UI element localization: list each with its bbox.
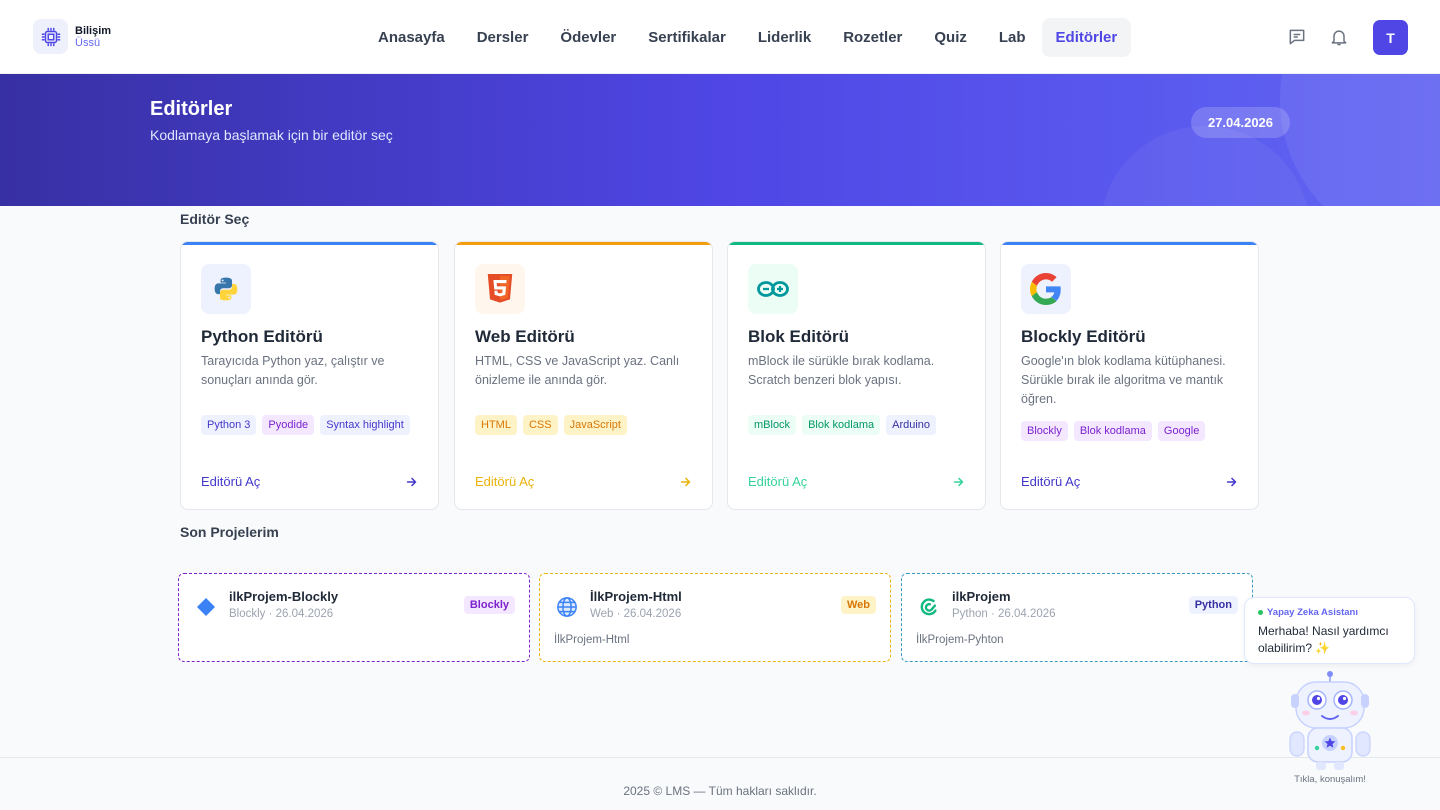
bell-icon[interactable] bbox=[1329, 27, 1349, 47]
google-icon bbox=[1021, 264, 1071, 314]
tag: Blockly bbox=[1021, 421, 1068, 441]
open-editor-link[interactable]: Editörü Aç bbox=[475, 474, 534, 489]
nav-item-odevler[interactable]: Ödevler bbox=[544, 18, 632, 57]
hero-decor-circle bbox=[1100, 126, 1310, 206]
project-card[interactable]: ilkProjem-Blockly Blockly · 26.04.2026 B… bbox=[178, 573, 530, 662]
card-accent-bar bbox=[728, 242, 985, 245]
page-subtitle: Kodlamaya başlamak için bir editör seç bbox=[150, 127, 393, 143]
project-card[interactable]: ilkProjem Python · 26.04.2026 Python İlk… bbox=[901, 573, 1253, 662]
python-snake-icon bbox=[918, 596, 940, 618]
python-icon bbox=[201, 264, 251, 314]
nav-item-rozetler[interactable]: Rozetler bbox=[827, 18, 918, 57]
tag-list: HTML CSS JavaScript bbox=[475, 415, 700, 435]
nav-item-liderlik[interactable]: Liderlik bbox=[742, 18, 827, 57]
tag: Blok kodlama bbox=[802, 415, 881, 435]
tag: HTML bbox=[475, 415, 517, 435]
card-title: Web Editörü bbox=[475, 327, 575, 346]
project-type-badge: Python bbox=[1188, 596, 1238, 614]
user-avatar[interactable]: T bbox=[1373, 20, 1408, 55]
editor-card-python[interactable]: Python Editörü Tarayıcıda Python yaz, ça… bbox=[180, 241, 439, 510]
card-title: Blok Editörü bbox=[748, 327, 850, 346]
tag: CSS bbox=[522, 415, 558, 435]
card-description: HTML, CSS ve JavaScript yaz. Canlı önizl… bbox=[475, 354, 680, 387]
arduino-icon bbox=[748, 264, 798, 314]
navbar: Bilişim Üssü Anasayfa Dersler Ödevler Se… bbox=[0, 0, 1440, 74]
tag: Pyodide bbox=[262, 415, 315, 435]
project-type-badge: Web bbox=[840, 596, 876, 614]
brand-subtitle: Üssü bbox=[75, 36, 101, 49]
robot-icon[interactable] bbox=[1288, 670, 1372, 772]
nav-item-quiz[interactable]: Quiz bbox=[918, 18, 983, 57]
footer-copyright: 2025 © LMS — Tüm hakları saklıdır. bbox=[623, 784, 817, 798]
tag: Blok kodlama bbox=[1073, 421, 1152, 441]
tag: Python 3 bbox=[201, 415, 257, 435]
card-description: Google'ın blok kodlama kütüphanesi. Sürü… bbox=[1021, 354, 1226, 406]
editor-card-web[interactable]: Web Editörü HTML, CSS ve JavaScript yaz.… bbox=[454, 241, 713, 510]
nav-item-editorler[interactable]: Editörler bbox=[1041, 18, 1132, 57]
project-meta: Python · 26.04.2026 bbox=[952, 608, 1056, 620]
arrow-right-icon[interactable] bbox=[679, 475, 693, 489]
project-type-badge: Blockly bbox=[463, 596, 515, 614]
tag: Syntax highlight bbox=[320, 415, 410, 435]
editor-card-blok[interactable]: Blok Editörü mBlock ile sürükle bırak ko… bbox=[727, 241, 986, 510]
open-editor-link[interactable]: Editörü Aç bbox=[1021, 474, 1080, 489]
project-name: İlkProjem-Html bbox=[590, 589, 682, 604]
date-badge: 27.04.2026 bbox=[1191, 107, 1290, 138]
arrow-right-icon[interactable] bbox=[952, 475, 966, 489]
card-accent-bar bbox=[1001, 242, 1258, 245]
arrow-right-icon[interactable] bbox=[1225, 475, 1239, 489]
tag-list: mBlock Blok kodlama Arduino bbox=[748, 415, 973, 435]
project-meta: Web · 26.04.2026 bbox=[590, 608, 682, 620]
tag: mBlock bbox=[748, 415, 797, 435]
card-title: Python Editörü bbox=[201, 327, 323, 346]
nav-item-dersler[interactable]: Dersler bbox=[461, 18, 545, 57]
chip-icon bbox=[33, 19, 68, 54]
card-accent-bar bbox=[455, 242, 712, 245]
project-name: ilkProjem bbox=[952, 589, 1011, 604]
html5-icon bbox=[475, 264, 525, 314]
brand-logo[interactable]: Bilişim Üssü bbox=[33, 19, 111, 54]
hero-decor-circle bbox=[1280, 74, 1440, 206]
open-editor-link[interactable]: Editörü Aç bbox=[748, 474, 807, 489]
assistant-chat-bubble[interactable]: Yapay Zeka Asistanı Merhaba! Nasıl yardı… bbox=[1244, 597, 1415, 664]
tag: Google bbox=[1157, 421, 1206, 441]
tag: Arduino bbox=[886, 415, 937, 435]
hero-banner: Editörler Kodlamaya başlamak için bir ed… bbox=[0, 74, 1440, 206]
project-meta: Blockly · 26.04.2026 bbox=[229, 608, 334, 620]
card-accent-bar bbox=[181, 242, 438, 245]
tag-list: Blockly Blok kodlama Google bbox=[1021, 421, 1246, 441]
assistant-name: Yapay Zeka Asistanı bbox=[1267, 607, 1359, 618]
page-title: Editörler bbox=[150, 98, 233, 120]
footer: 2025 © LMS — Tüm hakları saklıdır. bbox=[0, 757, 1440, 810]
online-status-dot bbox=[1258, 610, 1263, 615]
assistant-message: Merhaba! Nasıl yardımcı olabilirim? ✨ bbox=[1258, 624, 1389, 655]
tag: JavaScript bbox=[563, 415, 627, 435]
arrow-right-icon[interactable] bbox=[405, 475, 419, 489]
tag-list: Python 3 Pyodide Syntax highlight bbox=[201, 415, 426, 435]
globe-icon bbox=[556, 596, 578, 618]
message-icon[interactable] bbox=[1287, 27, 1307, 47]
card-title: Blockly Editörü bbox=[1021, 327, 1146, 346]
nav-item-sertifikalar[interactable]: Sertifikalar bbox=[632, 18, 742, 57]
nav-item-anasayfa[interactable]: Anasayfa bbox=[362, 18, 461, 57]
project-name: ilkProjem-Blockly bbox=[229, 589, 339, 604]
open-editor-link[interactable]: Editörü Aç bbox=[201, 474, 260, 489]
card-description: mBlock ile sürükle bırak kodlama. Scratc… bbox=[748, 354, 935, 387]
project-note: İlkProjem-Html bbox=[554, 634, 630, 646]
brand-title: Bilişim bbox=[75, 24, 112, 37]
project-card[interactable]: İlkProjem-Html Web · 26.04.2026 Web İlkP… bbox=[539, 573, 891, 662]
project-note: İlkProjem-Pyhton bbox=[916, 634, 1004, 646]
blockly-diamond-icon bbox=[195, 596, 217, 618]
section-title-projects: Son Projelerim bbox=[180, 524, 279, 540]
nav-item-lab[interactable]: Lab bbox=[983, 18, 1042, 57]
editor-card-blockly[interactable]: Blockly Editörü Google'ın blok kodlama k… bbox=[1000, 241, 1259, 510]
card-description: Tarayıcıda Python yaz, çalıştır ve sonuç… bbox=[201, 354, 385, 387]
section-title-editors: Editör Seç bbox=[180, 211, 250, 227]
main-nav: Anasayfa Dersler Ödevler Sertifikalar Li… bbox=[362, 18, 1132, 57]
assistant-caption: Tıkla, konuşalım! bbox=[1294, 774, 1366, 785]
